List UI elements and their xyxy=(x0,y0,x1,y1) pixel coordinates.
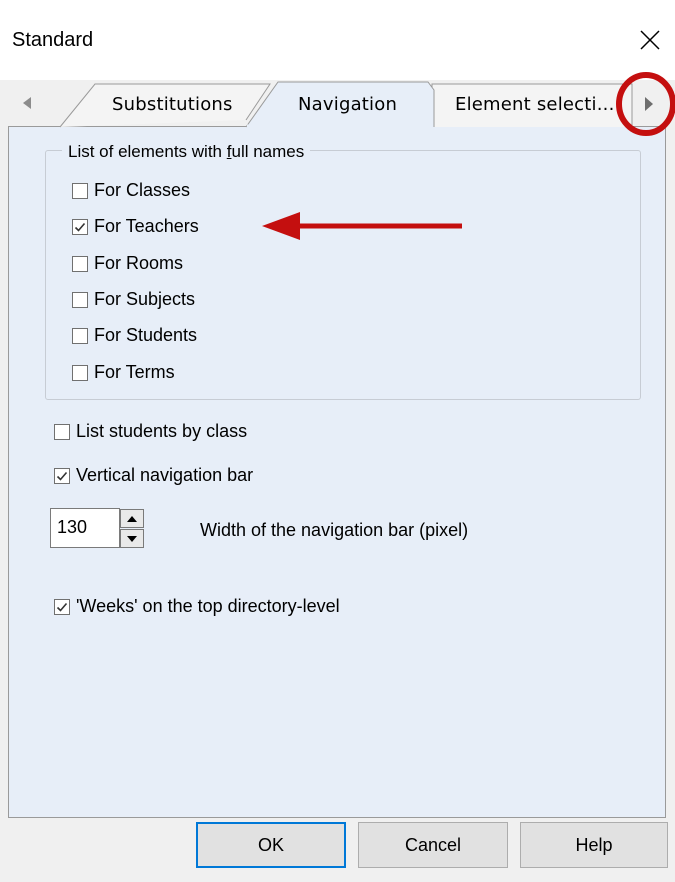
checkbox-weeks-top-level[interactable]: 'Weeks' on the top directory-level xyxy=(54,596,340,617)
group-legend: List of elements with full names xyxy=(62,142,311,162)
checkbox-label: For Classes xyxy=(94,180,191,200)
checkbox-box xyxy=(54,598,70,615)
group-legend-prefix: List of elements with xyxy=(68,142,227,161)
checkmark-icon xyxy=(56,602,68,612)
checkbox-label: For Terms xyxy=(94,362,175,382)
spin-up-button[interactable] xyxy=(120,509,144,528)
checkbox-list-students-by-class[interactable]: List students by class xyxy=(54,421,247,442)
checkbox-label: For Students xyxy=(94,325,198,345)
tab-navigation[interactable]: Navigation xyxy=(298,94,397,115)
triangle-left-icon xyxy=(23,97,31,109)
checkbox-for-terms[interactable]: For Terms xyxy=(72,362,175,383)
navigation-width-caption: Width of the navigation bar (pixel) xyxy=(200,520,469,540)
checkmark-icon xyxy=(74,222,86,232)
checkmark-icon xyxy=(56,471,68,481)
checkbox-box xyxy=(72,291,88,308)
checkbox-box xyxy=(72,255,88,272)
close-icon xyxy=(640,30,660,50)
group-legend-suffix: ull names xyxy=(231,142,305,161)
cancel-button[interactable]: Cancel xyxy=(358,822,508,868)
checkbox-label: 'Weeks' on the top directory-level xyxy=(76,596,340,616)
triangle-up-icon xyxy=(127,515,137,522)
checkbox-label: For Rooms xyxy=(94,253,184,273)
title-bar: Standard xyxy=(0,0,675,80)
checkbox-box xyxy=(54,423,70,440)
checkbox-label: Vertical navigation bar xyxy=(76,465,254,485)
help-button[interactable]: Help xyxy=(520,822,668,868)
checkbox-for-rooms[interactable]: For Rooms xyxy=(72,253,183,274)
standard-dialog: Standard Substitutions Navigation Elemen… xyxy=(0,0,675,882)
checkbox-for-teachers[interactable]: For Teachers xyxy=(72,216,199,237)
tab-scroll-right-button[interactable] xyxy=(636,92,660,116)
tab-element-selection[interactable]: Element selecti... xyxy=(455,94,625,115)
dialog-title: Standard xyxy=(12,29,94,51)
tab-substitutions[interactable]: Substitutions xyxy=(112,94,233,115)
checkbox-box xyxy=(72,364,88,381)
checkbox-box xyxy=(54,467,70,484)
triangle-down-icon xyxy=(127,535,137,542)
triangle-right-icon xyxy=(645,97,653,111)
checkbox-box xyxy=(72,327,88,344)
checkbox-box xyxy=(72,218,88,235)
checkbox-for-subjects[interactable]: For Subjects xyxy=(72,289,195,310)
checkbox-label: For Subjects xyxy=(94,289,196,309)
tab-scroll-left-button[interactable] xyxy=(18,93,38,113)
ok-button[interactable]: OK xyxy=(196,822,346,868)
checkbox-label: For Teachers xyxy=(94,216,199,236)
close-button[interactable] xyxy=(630,20,670,60)
checkbox-box xyxy=(72,182,88,199)
navigation-width-input[interactable]: 130 xyxy=(50,508,120,548)
checkbox-for-classes[interactable]: For Classes xyxy=(72,180,190,201)
spin-down-button[interactable] xyxy=(120,529,144,548)
checkbox-for-students[interactable]: For Students xyxy=(72,325,197,346)
checkbox-vertical-navigation-bar[interactable]: Vertical navigation bar xyxy=(54,465,253,486)
checkbox-label: List students by class xyxy=(76,421,248,441)
